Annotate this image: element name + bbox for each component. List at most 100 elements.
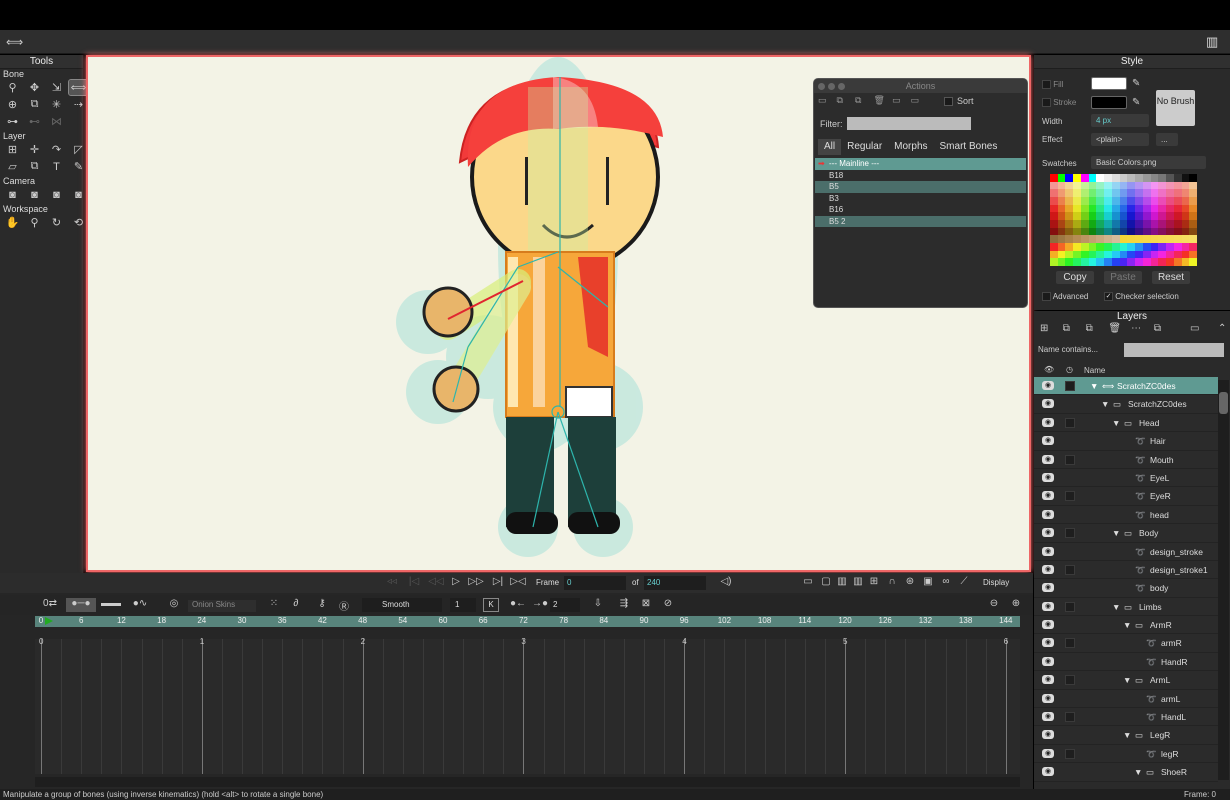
tab-morphs[interactable]: Morphs: [888, 139, 933, 155]
palette-swatch[interactable]: [1150, 250, 1159, 259]
palette-swatch[interactable]: [1135, 181, 1143, 190]
add-bone-tool-icon[interactable]: ⊕: [3, 97, 22, 112]
palette-swatch[interactable]: [1173, 219, 1182, 228]
layers-filter-input[interactable]: [1124, 343, 1224, 357]
palette-swatch[interactable]: [1088, 196, 1097, 205]
layer-row[interactable]: ◉ ➰ HandL: [1034, 708, 1218, 727]
scale-bone-tool-icon[interactable]: ⇲: [47, 80, 66, 95]
loop-start-icon[interactable]: ◃◃: [384, 576, 400, 590]
palette-swatch[interactable]: [1135, 250, 1143, 259]
single-view-icon[interactable]: ▢: [818, 576, 834, 590]
palette-swatch[interactable]: [1050, 174, 1058, 182]
palette-swatch[interactable]: [1073, 258, 1081, 266]
duplicate-layer-icon[interactable]: ⧉: [1063, 323, 1083, 334]
layer-row[interactable]: ◉ ▼ ▭ Body: [1034, 524, 1218, 543]
visibility-eye-icon[interactable]: ◉: [1042, 601, 1054, 611]
palette-swatch[interactable]: [1111, 174, 1120, 182]
copy-button[interactable]: Copy: [1056, 271, 1094, 284]
visibility-eye-icon[interactable]: ◉: [1042, 454, 1054, 464]
stroke-checkbox[interactable]: Stroke: [1042, 98, 1076, 108]
more-icon[interactable]: ⋯: [1131, 323, 1151, 334]
palette-swatch[interactable]: [1173, 250, 1182, 259]
frame-ruler[interactable]: 0 6 12 18 24 30 36 42 48 54 60 66 72 78 84 90 96 102 108 11…: [35, 616, 1020, 627]
effect-dropdown[interactable]: <plain>: [1091, 133, 1149, 146]
palette-swatch[interactable]: [1181, 258, 1190, 266]
collapse-icon[interactable]: ⌃: [1218, 323, 1228, 334]
palette-swatch[interactable]: [1135, 258, 1143, 266]
offset-bone-tool-icon[interactable]: ⊷: [25, 114, 44, 129]
palette-swatch[interactable]: [1080, 242, 1089, 251]
relative-keys-icon[interactable]: ∂: [288, 598, 304, 612]
visibility-eye-icon[interactable]: ◉: [1042, 564, 1054, 574]
palette-swatch[interactable]: [1080, 181, 1089, 190]
palette-swatch[interactable]: [1173, 258, 1182, 266]
bind-points-tool-icon[interactable]: ⊶: [3, 114, 22, 129]
layer-checkbox[interactable]: [1065, 712, 1075, 723]
palette-swatch[interactable]: [1111, 235, 1120, 243]
palette-swatch[interactable]: [1096, 204, 1105, 213]
palette-swatch[interactable]: [1142, 219, 1151, 228]
reparent-bone-tool-icon[interactable]: ⧉: [25, 97, 44, 112]
switch-layer-tool-icon[interactable]: ⧉: [25, 159, 44, 174]
palette-swatch[interactable]: [1142, 242, 1151, 251]
palette-swatch[interactable]: [1150, 204, 1159, 213]
palette-swatch[interactable]: [1127, 181, 1136, 190]
action-item[interactable]: B18: [815, 170, 1026, 182]
palette-swatch[interactable]: [1142, 174, 1151, 182]
next-frame-icon[interactable]: ▷▷: [468, 576, 484, 590]
select-bone-tool-icon[interactable]: ⚲: [3, 80, 22, 95]
layer-row[interactable]: ◉ ➰ Mouth: [1034, 450, 1218, 469]
zoom-icon[interactable]: ⚲: [25, 215, 44, 230]
palette-swatch[interactable]: [1173, 227, 1182, 236]
effect-more-button[interactable]: ...: [1156, 133, 1178, 146]
palette-swatch[interactable]: [1189, 174, 1197, 182]
palette-swatch[interactable]: [1111, 196, 1120, 205]
palette-swatch[interactable]: [1127, 212, 1136, 220]
camera-zoom-icon[interactable]: ◙: [25, 187, 44, 202]
palette-swatch[interactable]: [1127, 189, 1136, 197]
visibility-eye-icon[interactable]: ◉: [1042, 399, 1054, 409]
visibility-eye-icon[interactable]: ◉: [1042, 693, 1054, 703]
onion-skins-dropdown[interactable]: Onion Skins: [188, 600, 256, 612]
palette-swatch[interactable]: [1073, 204, 1081, 213]
layer-checkbox[interactable]: [1065, 748, 1075, 759]
palette-swatch[interactable]: [1080, 174, 1089, 182]
layer-row[interactable]: ◉ ▼ ▭ ArmL: [1034, 671, 1218, 690]
palette-swatch[interactable]: [1111, 212, 1120, 220]
palette-swatch[interactable]: [1135, 174, 1143, 182]
palette-swatch[interactable]: [1119, 227, 1128, 236]
layer-row[interactable]: ◉ ➰ EyeL: [1034, 468, 1218, 488]
palette-swatch[interactable]: [1150, 235, 1159, 243]
palette-swatch[interactable]: [1057, 212, 1066, 220]
palette-swatch[interactable]: [1166, 258, 1174, 266]
palette-swatch[interactable]: [1073, 196, 1081, 205]
name-contains-dropdown[interactable]: Name contains...: [1038, 343, 1098, 357]
palette-swatch[interactable]: [1050, 212, 1058, 220]
sequencer-icon[interactable]: ▬▬: [100, 598, 122, 612]
palette-swatch[interactable]: [1127, 227, 1136, 236]
palette-swatch[interactable]: [1127, 204, 1136, 213]
copy-layer-icon[interactable]: ⧉: [1086, 323, 1106, 334]
actions-titlebar[interactable]: Actions: [814, 79, 1027, 93]
palette-swatch[interactable]: [1119, 181, 1128, 190]
palette-swatch[interactable]: [1096, 212, 1105, 220]
palette-swatch[interactable]: [1119, 189, 1128, 197]
channel-toggle-icon[interactable]: 0⇄: [40, 598, 60, 612]
palette-swatch[interactable]: [1119, 250, 1128, 259]
palette-swatch[interactable]: [1050, 235, 1058, 243]
grid-dots-icon[interactable]: ⁙: [266, 598, 282, 612]
camera-pan-icon[interactable]: ◙: [3, 187, 22, 202]
palette-swatch[interactable]: [1135, 219, 1143, 228]
expand-triangle-icon[interactable]: ▼: [1134, 767, 1142, 777]
palette-swatch[interactable]: [1096, 219, 1105, 228]
zoom-out-icon[interactable]: ⊖: [986, 598, 1002, 612]
palette-swatch[interactable]: [1173, 181, 1182, 190]
color-palette[interactable]: [1050, 174, 1197, 266]
transform-layer-tool-icon[interactable]: ✛: [25, 142, 44, 157]
visibility-eye-icon[interactable]: ◉: [1042, 546, 1054, 556]
palette-swatch[interactable]: [1080, 258, 1089, 266]
palette-swatch[interactable]: [1135, 242, 1143, 251]
layer-row[interactable]: ◉ ➰ armR: [1034, 634, 1218, 653]
palette-swatch[interactable]: [1073, 174, 1081, 182]
palette-swatch[interactable]: [1127, 219, 1136, 228]
